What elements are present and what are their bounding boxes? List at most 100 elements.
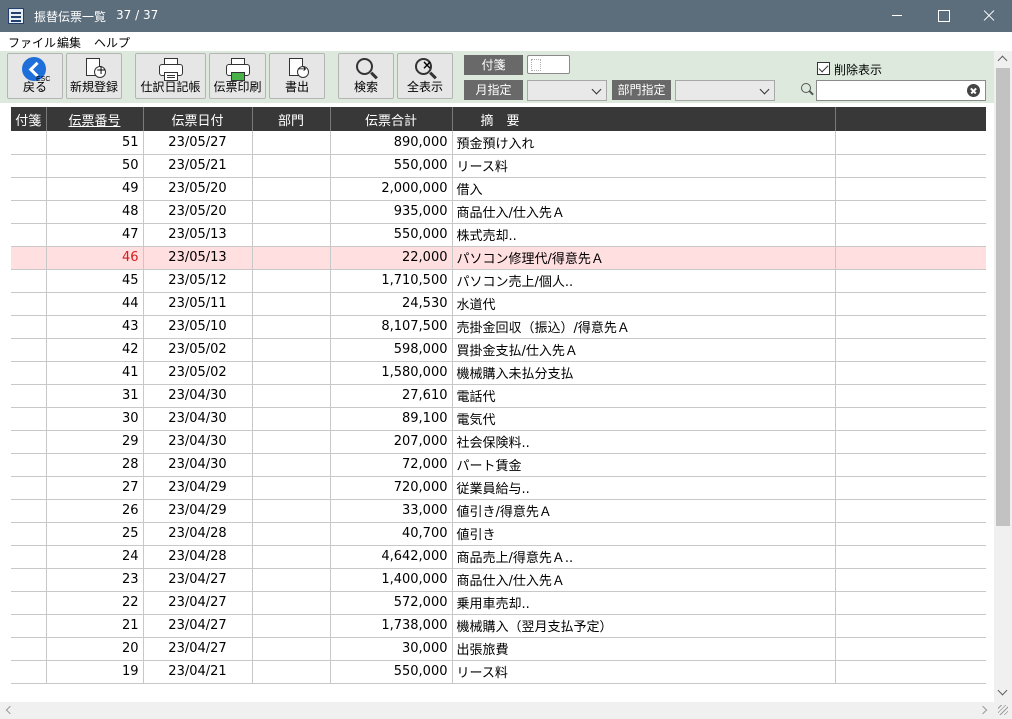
clear-search-icon[interactable] — [967, 84, 980, 97]
cell-dept — [252, 223, 331, 247]
fusen-selector[interactable] — [527, 55, 570, 74]
journal-button[interactable]: 仕訳日記帳 — [135, 53, 206, 99]
cell-fusen — [11, 407, 47, 431]
table-row[interactable]: 50 23/05/21 550,000 リース料 — [11, 154, 986, 178]
menu-file[interactable]: ファイル — [8, 34, 56, 51]
table-row[interactable]: 45 23/05/12 1,710,500 パソコン売上/個人.. — [11, 269, 986, 293]
cell-total: 598,000 — [330, 338, 453, 362]
cell-voucher-no: 21 — [46, 614, 144, 638]
search-label: 検索 — [353, 80, 378, 94]
show-deleted-label[interactable]: 削除表示 — [834, 61, 882, 78]
cell-date: 23/05/20 — [143, 200, 253, 224]
cell-voucher-no: 49 — [46, 177, 144, 201]
resize-grip-icon[interactable] — [998, 705, 1008, 715]
maximize-button[interactable] — [920, 0, 966, 32]
cell-total: 550,000 — [330, 223, 453, 247]
cell-filler — [835, 177, 986, 201]
table-row[interactable]: 30 23/04/30 89,100 電気代 — [11, 407, 986, 431]
scroll-up-icon[interactable] — [997, 55, 1008, 66]
table-row[interactable]: 44 23/05/11 24,530 水道代 — [11, 292, 986, 316]
col-total[interactable]: 伝票合計 — [330, 107, 453, 131]
table-row[interactable]: 41 23/05/02 1,580,000 機械購入未払分支払 — [11, 361, 986, 385]
table-row[interactable]: 25 23/04/28 40,700 値引き — [11, 522, 986, 546]
cell-description: 商品仕入/仕入先Ａ — [452, 568, 836, 592]
cell-total: 30,000 — [330, 637, 453, 661]
cell-dept — [252, 131, 331, 155]
cell-date: 23/05/20 — [143, 177, 253, 201]
cell-date: 23/04/30 — [143, 453, 253, 477]
show-deleted-checkbox[interactable] — [817, 62, 830, 75]
app-icon — [8, 8, 24, 24]
table-row[interactable]: 19 23/04/21 550,000 リース料 — [11, 660, 986, 684]
cell-description: 電話代 — [452, 384, 836, 408]
cell-total: 72,000 — [330, 453, 453, 477]
cell-fusen — [11, 568, 47, 592]
menu-bar: ファイル 編集 ヘルプ — [0, 32, 1012, 51]
table-row[interactable]: 22 23/04/27 572,000 乗用車売却.. — [11, 591, 986, 615]
search-input[interactable] — [816, 80, 986, 101]
cell-fusen — [11, 361, 47, 385]
menu-help[interactable]: ヘルプ — [94, 34, 130, 51]
cell-filler — [835, 200, 986, 224]
table-row[interactable]: 42 23/05/02 598,000 買掛金支払/仕入先Ａ — [11, 338, 986, 362]
menu-edit[interactable]: 編集 — [57, 34, 81, 51]
table-row[interactable]: 31 23/04/30 27,610 電話代 — [11, 384, 986, 408]
export-label: 書出 — [284, 80, 309, 94]
table-body: 51 23/05/27 890,000 預金預け入れ 50 23/05/21 550,000… — [11, 131, 986, 684]
table-row[interactable]: 49 23/05/20 2,000,000 借入 — [11, 177, 986, 201]
cell-total: 550,000 — [330, 154, 453, 178]
cell-filler — [835, 407, 986, 431]
cell-voucher-no: 50 — [46, 154, 144, 178]
cell-description: 従業員給与.. — [452, 476, 836, 500]
search-icon — [801, 83, 811, 93]
col-description[interactable]: 摘 要 — [452, 107, 836, 131]
print-slip-button[interactable]: 伝票印刷 — [209, 53, 266, 99]
table-row[interactable]: 43 23/05/10 8,107,500 売掛金回収（振込）/得意先Ａ — [11, 315, 986, 339]
cell-voucher-no: 23 — [46, 568, 144, 592]
voucher-grid[interactable]: 付箋 伝票番号 伝票日付 部門 伝票合計 摘 要 51 23/05/27 890,0… — [11, 107, 986, 692]
scroll-thumb[interactable] — [996, 68, 1010, 526]
cell-total: 22,000 — [330, 246, 453, 270]
table-row[interactable]: 21 23/04/27 1,738,000 機械購入（翌月支払予定） — [11, 614, 986, 638]
col-voucher-no[interactable]: 伝票番号 — [46, 107, 144, 131]
scroll-right-icon[interactable] — [978, 705, 988, 715]
cell-filler — [835, 361, 986, 385]
horizontal-scrollbar[interactable] — [0, 702, 1012, 719]
cell-fusen — [11, 200, 47, 224]
show-all-button[interactable]: × 全表示 — [397, 53, 453, 99]
toolbar: ESC 戻る 新規登録 仕訳日記帳 伝票印刷 書出 検索 × 全表示 付箋 月指… — [0, 51, 994, 103]
cell-fusen — [11, 269, 47, 293]
cell-filler — [835, 131, 986, 155]
search-button[interactable]: 検索 — [338, 53, 394, 99]
col-dept[interactable]: 部門 — [252, 107, 331, 131]
scroll-left-icon[interactable] — [5, 705, 15, 715]
table-row[interactable]: 24 23/04/28 4,642,000 商品売上/得意先Ａ.. — [11, 545, 986, 569]
cell-filler — [835, 315, 986, 339]
close-button[interactable] — [966, 0, 1012, 32]
scroll-down-icon[interactable] — [997, 685, 1008, 696]
dept-select[interactable] — [675, 80, 775, 101]
table-row[interactable]: 51 23/05/27 890,000 預金預け入れ — [11, 131, 986, 155]
back-button-label: 戻る — [22, 80, 47, 94]
cell-voucher-no: 41 — [46, 361, 144, 385]
table-row[interactable]: 48 23/05/20 935,000 商品仕入/仕入先Ａ — [11, 200, 986, 224]
back-button[interactable]: ESC 戻る — [7, 53, 63, 99]
export-button[interactable]: 書出 — [269, 53, 325, 99]
col-date[interactable]: 伝票日付 — [143, 107, 253, 131]
table-row[interactable]: 29 23/04/30 207,000 社会保険料.. — [11, 430, 986, 454]
vertical-scrollbar[interactable] — [994, 51, 1012, 702]
cell-voucher-no: 48 — [46, 200, 144, 224]
table-row[interactable]: 28 23/04/30 72,000 パート賃金 — [11, 453, 986, 477]
table-row[interactable]: 46 23/05/13 22,000 パソコン修理代/得意先Ａ — [11, 246, 986, 270]
col-fusen[interactable]: 付箋 — [11, 107, 47, 131]
minimize-button[interactable] — [874, 0, 920, 32]
table-row[interactable]: 47 23/05/13 550,000 株式売却.. — [11, 223, 986, 247]
table-row[interactable]: 26 23/04/29 33,000 値引き/得意先Ａ — [11, 499, 986, 523]
table-row[interactable]: 23 23/04/27 1,400,000 商品仕入/仕入先Ａ — [11, 568, 986, 592]
new-entry-button[interactable]: 新規登録 — [66, 53, 122, 99]
cell-description: 売掛金回収（振込）/得意先Ａ — [452, 315, 836, 339]
table-row[interactable]: 27 23/04/29 720,000 従業員給与.. — [11, 476, 986, 500]
cell-dept — [252, 453, 331, 477]
table-row[interactable]: 20 23/04/27 30,000 出張旅費 — [11, 637, 986, 661]
month-select[interactable] — [527, 80, 607, 101]
